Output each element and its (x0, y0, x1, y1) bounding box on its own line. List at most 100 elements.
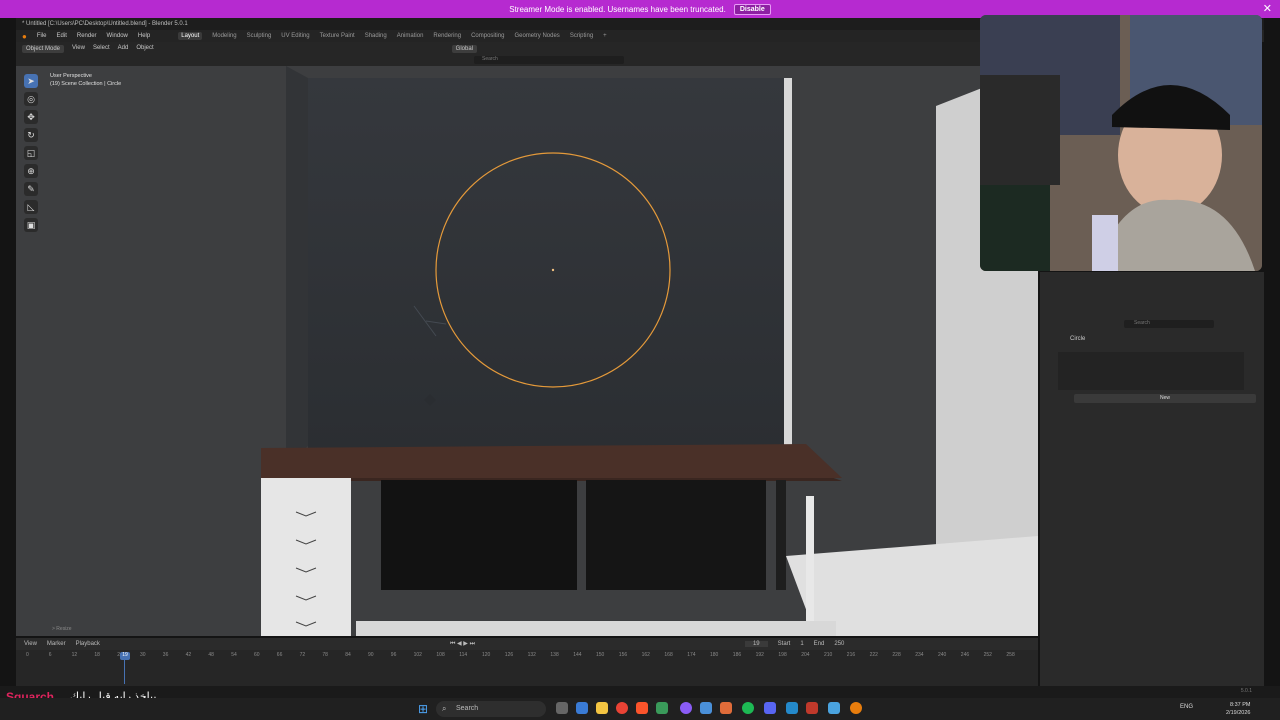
frame-tick: 210 (824, 652, 833, 658)
select-tool-icon[interactable]: ➤ (24, 74, 38, 88)
end-field[interactable]: 250 (834, 641, 844, 647)
timeline-marker-menu[interactable]: Marker (47, 641, 66, 647)
app-icon-orange[interactable] (720, 702, 732, 714)
frame-tick: 156 (618, 652, 628, 658)
clock[interactable]: 8:37 PM 2/19/2026 (1226, 701, 1250, 717)
frame-tick: 78 (322, 652, 328, 658)
frame-tick: 162 (641, 652, 650, 658)
last-operator-panel[interactable]: > Resize (52, 626, 72, 632)
tab-geometry-nodes[interactable]: Geometry Nodes (514, 33, 559, 39)
menu-help[interactable]: Help (138, 33, 150, 39)
language-indicator[interactable]: ENG (1180, 704, 1193, 710)
material-slots-list[interactable] (1058, 352, 1244, 390)
chrome-icon[interactable] (616, 702, 628, 714)
menu-window[interactable]: Window (107, 33, 128, 39)
play-controls[interactable]: ⏮ ◀ ▶ ⏭ (450, 640, 475, 648)
app-icon-red[interactable] (806, 702, 818, 714)
frame-tick: 204 (801, 652, 810, 658)
frame-tick: 144 (573, 652, 582, 658)
frame-tick: 72 (299, 652, 306, 658)
discord-icon[interactable] (764, 702, 776, 714)
disable-streamer-button[interactable]: Disable (733, 3, 771, 15)
menu-object[interactable]: Object (136, 45, 153, 51)
menu-select[interactable]: Select (93, 45, 110, 51)
timeline: View Marker Playback ⏮ ◀ ▶ ⏭ 19 Start 1 … (16, 638, 1038, 686)
tab-texture-paint[interactable]: Texture Paint (320, 33, 355, 39)
frame-tick: 132 (527, 652, 536, 658)
menu-add[interactable]: Add (118, 45, 129, 51)
frame-tick: 120 (482, 652, 491, 658)
frame-tick: 54 (231, 652, 237, 658)
vscode-icon[interactable] (786, 702, 798, 714)
cursor-tool-icon[interactable]: ◎ (24, 92, 38, 106)
blender-logo-icon[interactable]: ● (22, 32, 27, 41)
tab-uv-editing[interactable]: UV Editing (281, 33, 309, 39)
app-icon-light-blue[interactable] (828, 702, 840, 714)
scale-tool-icon[interactable]: ◱ (24, 146, 38, 160)
frame-tick: 108 (436, 652, 445, 658)
transform-tool-icon[interactable]: ⊕ (24, 164, 38, 178)
frame-ruler[interactable]: 0612182430364248546066727884909610210811… (16, 652, 1038, 662)
collection-label: (19) Scene Collection | Circle (50, 81, 122, 87)
frame-tick: 150 (596, 652, 605, 658)
tab-sculpting[interactable]: Sculpting (247, 33, 272, 39)
widgets-icon[interactable] (576, 702, 588, 714)
frame-tick: 12 (71, 652, 78, 658)
tab-modeling[interactable]: Modeling (212, 33, 236, 39)
mode-select[interactable]: Object Mode (22, 45, 65, 53)
frame-tick: 138 (550, 652, 559, 658)
move-tool-icon[interactable]: ✥ (24, 110, 38, 124)
app-icon-purple[interactable] (680, 702, 692, 714)
app-icon-green[interactable] (656, 702, 668, 714)
tab-shading[interactable]: Shading (365, 33, 387, 39)
add-cube-tool-icon[interactable]: ▣ (24, 218, 38, 232)
frame-tick: 174 (687, 652, 696, 658)
orientation-select[interactable]: Global (451, 45, 477, 53)
version-label: 5.0.1 (1240, 688, 1252, 694)
new-material-button[interactable]: New (1074, 394, 1256, 403)
menu-edit[interactable]: Edit (57, 33, 67, 39)
frame-tick: 228 (892, 652, 901, 658)
frame-tick: 60 (254, 652, 260, 658)
3d-viewport[interactable]: ➤ ◎ ✥ ↻ ◱ ⊕ ✎ ◺ ▣ User Perspective (19) … (16, 66, 1038, 636)
start-field[interactable]: 1 (800, 641, 803, 647)
file-explorer-icon[interactable] (596, 702, 608, 714)
tab-layout[interactable]: Layout (178, 32, 203, 40)
menu-file[interactable]: File (37, 33, 47, 39)
tab-animation[interactable]: Animation (397, 33, 424, 39)
frame-tick: 102 (413, 652, 422, 658)
frame-tick: 126 (504, 652, 514, 658)
frame-tick: 42 (185, 652, 192, 658)
brave-icon[interactable] (636, 702, 648, 714)
task-view-icon[interactable] (556, 702, 568, 714)
annotate-tool-icon[interactable]: ✎ (24, 182, 38, 196)
tab-scripting[interactable]: Scripting (570, 33, 593, 39)
streamer-message: Streamer Mode is enabled. Usernames have… (509, 4, 726, 14)
tab-rendering[interactable]: Rendering (433, 33, 461, 39)
close-icon[interactable]: ✕ (1263, 2, 1272, 15)
frame-tick: 186 (732, 652, 742, 658)
taskbar-search-input[interactable]: ⌕ Search (436, 701, 546, 717)
app-icon-blue[interactable] (700, 702, 712, 714)
current-frame-field[interactable]: 19 (744, 641, 768, 647)
frame-tick: 234 (915, 652, 924, 658)
spotify-icon[interactable] (742, 702, 754, 714)
add-workspace-icon[interactable]: + (603, 33, 607, 39)
viewport-search-input[interactable]: Search (474, 56, 624, 64)
perspective-label: User Perspective (50, 73, 92, 79)
timeline-playback-menu[interactable]: Playback (76, 641, 100, 647)
timeline-view-menu[interactable]: View (24, 641, 37, 647)
frame-tick: 180 (710, 652, 719, 658)
timeline-header: View Marker Playback ⏮ ◀ ▶ ⏭ 19 Start 1 … (16, 638, 1038, 650)
rotate-tool-icon[interactable]: ↻ (24, 128, 38, 142)
scene-render (16, 66, 1038, 636)
menu-view[interactable]: View (72, 45, 85, 51)
properties-search-input[interactable]: Search (1124, 320, 1214, 328)
blender-taskbar-icon[interactable] (850, 702, 862, 714)
playhead[interactable]: 19 (120, 652, 130, 660)
tab-compositing[interactable]: Compositing (471, 33, 504, 39)
measure-tool-icon[interactable]: ◺ (24, 200, 38, 214)
frame-tick: 246 (960, 652, 970, 658)
menu-render[interactable]: Render (77, 33, 97, 39)
start-icon[interactable]: ⊞ (418, 702, 428, 716)
